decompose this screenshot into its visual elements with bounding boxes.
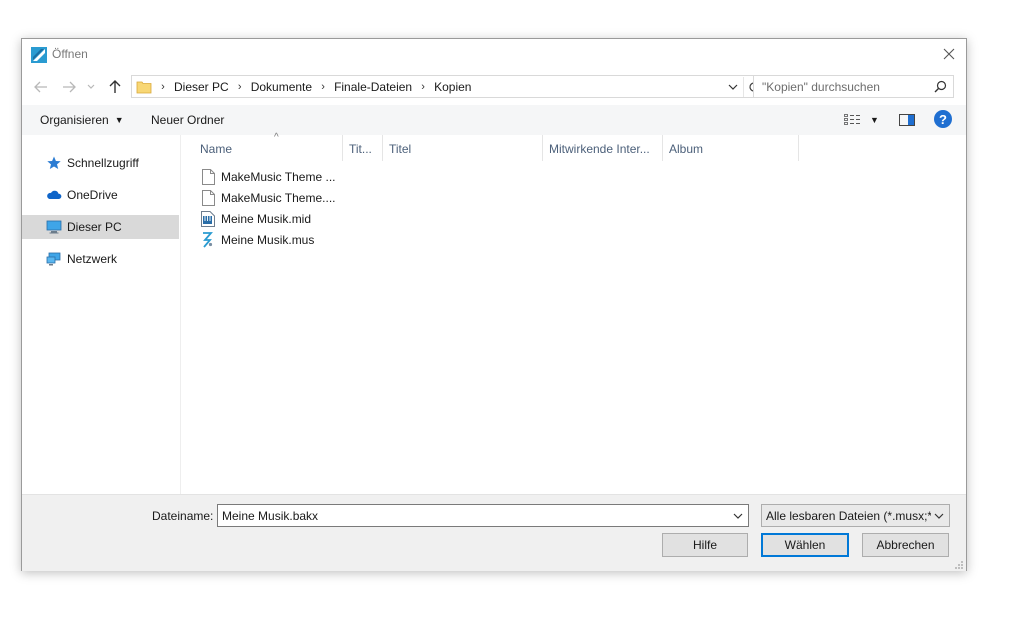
- search-placeholder: "Kopien" durchsuchen: [762, 80, 880, 94]
- caret-down-icon: ▼: [114, 115, 124, 125]
- window-title: Öffnen: [52, 47, 88, 61]
- breadcrumb: › Dieser PC › Dokumente › Finale-Dateien…: [156, 76, 475, 97]
- chevron-down-icon: [87, 84, 95, 89]
- recent-locations-button[interactable]: [85, 78, 97, 96]
- arrow-left-icon: [34, 81, 47, 93]
- address-bar[interactable]: › Dieser PC › Dokumente › Finale-Dateien…: [131, 75, 766, 98]
- sidebar-item-this-pc[interactable]: Dieser PC: [22, 215, 179, 239]
- list-item[interactable]: Meine Musik.mus: [200, 229, 314, 250]
- preview-pane-button[interactable]: [899, 111, 915, 129]
- column-label: Mitwirkende Inter...: [549, 142, 650, 156]
- column-label: Titel: [389, 142, 412, 156]
- folder-icon: [136, 79, 152, 98]
- cloud-icon: [46, 187, 62, 203]
- column-header-name[interactable]: ^ Name: [194, 132, 343, 161]
- sidebar-item-onedrive[interactable]: OneDrive: [22, 183, 179, 207]
- list-item[interactable]: Meine Musik.mid: [200, 208, 311, 229]
- filename-field[interactable]: Meine Musik.bakx: [217, 504, 749, 527]
- blank-document-icon: [200, 189, 216, 206]
- back-button[interactable]: [32, 78, 50, 96]
- column-label: Tit...: [349, 142, 372, 156]
- resize-grip-icon[interactable]: [954, 559, 964, 569]
- file-name: Meine Musik.mus: [221, 232, 315, 247]
- sidebar-item-quick-access[interactable]: Schnellzugriff: [22, 151, 179, 175]
- sort-ascending-icon: ^: [274, 132, 279, 143]
- star-icon: [46, 155, 62, 171]
- file-type-value: Alle lesbaren Dateien (*.musx;*.: [766, 509, 931, 523]
- sidebar-item-label: Schnellzugriff: [67, 156, 139, 170]
- column-label: Name: [200, 142, 233, 156]
- breadcrumb-item-dieser-pc[interactable]: Dieser PC: [170, 80, 233, 94]
- filename-value: Meine Musik.bakx: [222, 509, 319, 523]
- computer-icon: [46, 219, 62, 235]
- address-row: › Dieser PC › Dokumente › Finale-Dateien…: [22, 74, 966, 100]
- file-list: ^ Name Tit... Titel Mitwirkende Inter...…: [182, 132, 966, 494]
- chevron-right-icon[interactable]: ›: [233, 81, 247, 93]
- chevron-down-icon[interactable]: [932, 508, 946, 523]
- arrow-up-icon: [109, 80, 121, 93]
- arrow-right-icon: [63, 81, 76, 93]
- chevron-right-icon[interactable]: ›: [156, 81, 170, 93]
- help-button[interactable]: Hilfe: [662, 533, 748, 557]
- column-header-contributing-artists[interactable]: Mitwirkende Inter...: [543, 135, 663, 161]
- file-type-select[interactable]: Alle lesbaren Dateien (*.musx;*.: [761, 504, 950, 527]
- file-name: MakeMusic Theme ...: [221, 169, 336, 184]
- chevron-right-icon[interactable]: ›: [316, 81, 330, 93]
- help-icon[interactable]: ?: [934, 110, 952, 128]
- caret-down-icon[interactable]: ▼: [870, 115, 879, 125]
- file-name: MakeMusic Theme....: [221, 190, 336, 205]
- column-header-tit[interactable]: Tit...: [343, 135, 383, 161]
- finale-app-icon: [31, 47, 47, 63]
- new-folder-button[interactable]: Neuer Ordner: [151, 113, 224, 127]
- navigation-pane: Schnellzugriff OneDrive Dieser PC Netzwe…: [22, 135, 181, 494]
- title-bar: Öffnen: [22, 39, 966, 69]
- dialog-footer: Dateiname: Meine Musik.bakx Alle lesbare…: [22, 494, 966, 571]
- organize-button[interactable]: Organisieren ▼: [40, 113, 124, 127]
- blank-document-icon: [200, 168, 216, 185]
- close-button[interactable]: [932, 39, 966, 69]
- sidebar-item-label: OneDrive: [67, 188, 118, 202]
- file-name: Meine Musik.mid: [221, 211, 312, 226]
- organize-label: Organisieren: [40, 113, 109, 127]
- preview-pane-icon: [899, 114, 915, 126]
- choose-button[interactable]: Wählen: [761, 533, 849, 557]
- chevron-down-icon: [728, 84, 738, 90]
- chevron-right-icon[interactable]: ›: [416, 81, 430, 93]
- close-icon: [943, 48, 955, 60]
- breadcrumb-item-finale-dateien[interactable]: Finale-Dateien: [330, 80, 416, 94]
- command-bar: Organisieren ▼ Neuer Ordner ▼ ?: [22, 105, 966, 135]
- network-icon: [46, 251, 62, 267]
- chevron-down-icon[interactable]: [731, 508, 745, 523]
- midi-file-icon: [200, 210, 216, 227]
- change-view-button[interactable]: ▼: [844, 111, 879, 129]
- list-item[interactable]: MakeMusic Theme....: [200, 187, 335, 208]
- breadcrumb-item-kopien[interactable]: Kopien: [430, 80, 475, 94]
- details-view-icon: [844, 114, 860, 125]
- forward-button[interactable]: [60, 78, 78, 96]
- breadcrumb-item-dokumente[interactable]: Dokumente: [247, 80, 316, 94]
- finale-file-icon: [200, 231, 216, 248]
- address-history-dropdown[interactable]: [725, 78, 741, 96]
- column-header-album[interactable]: Album: [663, 135, 799, 161]
- column-header-titel[interactable]: Titel: [383, 135, 543, 161]
- filename-label: Dateiname:: [152, 509, 214, 523]
- column-headers: ^ Name Tit... Titel Mitwirkende Inter...…: [182, 132, 966, 161]
- search-icon[interactable]: [934, 80, 947, 96]
- up-button[interactable]: [106, 78, 124, 96]
- sidebar-item-label: Netzwerk: [67, 252, 118, 266]
- cancel-button[interactable]: Abbrechen: [862, 533, 949, 557]
- sidebar-item-network[interactable]: Netzwerk: [22, 247, 179, 271]
- list-item[interactable]: MakeMusic Theme ...: [200, 166, 335, 187]
- open-dialog: Öffnen › Dieser PC › Dokumente › Finale-…: [21, 38, 967, 571]
- column-label: Album: [669, 142, 704, 156]
- sidebar-item-label: Dieser PC: [67, 220, 122, 234]
- search-input[interactable]: "Kopien" durchsuchen: [753, 75, 954, 98]
